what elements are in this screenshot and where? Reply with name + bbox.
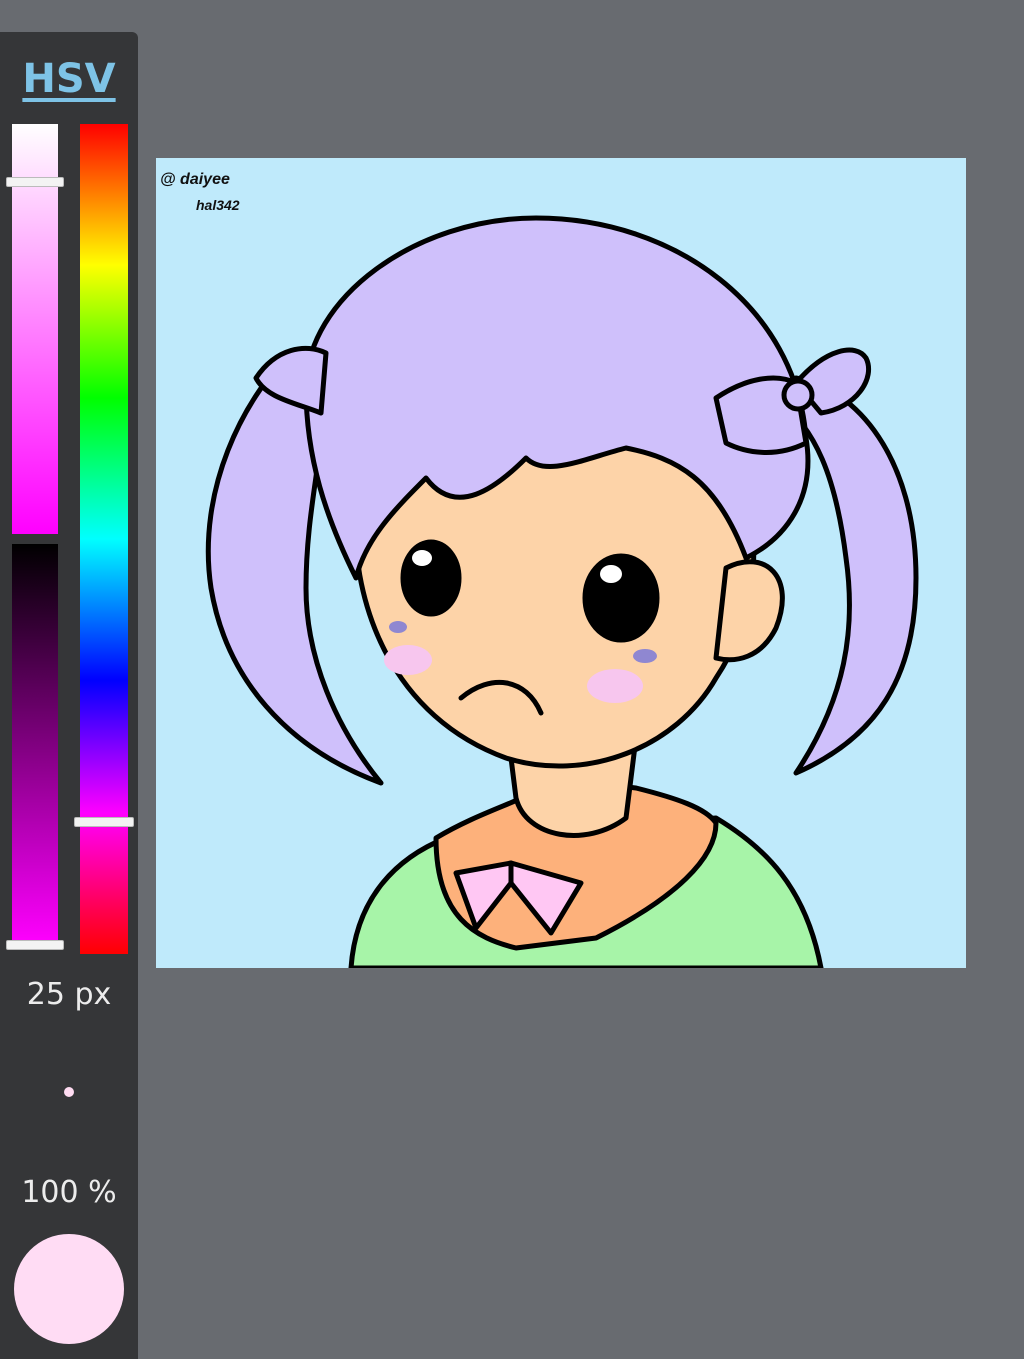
artwork: @ daiyee hal342 (160, 171, 919, 968)
hue-track (80, 124, 128, 954)
eye-highlight (600, 565, 622, 583)
value-track (12, 544, 58, 944)
current-color-swatch[interactable] (14, 1234, 124, 1344)
cheek-mark (633, 649, 657, 663)
value-slider-thumb[interactable] (6, 940, 64, 950)
saturation-slider[interactable] (6, 124, 64, 534)
opacity-label[interactable]: 100 % (0, 1175, 138, 1210)
hsv-mode-tab[interactable]: HSV (0, 56, 138, 102)
brush-size-preview (64, 1087, 74, 1097)
brush-size-label[interactable]: 25 px (0, 977, 138, 1012)
hue-slider[interactable] (74, 124, 134, 954)
saturation-slider-thumb[interactable] (6, 177, 64, 188)
cheek-blush (384, 645, 432, 675)
cheek-blush (587, 669, 643, 703)
value-slider[interactable] (6, 544, 64, 950)
artist-watermark-line1: @ daiyee (160, 171, 230, 188)
artist-watermark-line2: hal342 (196, 197, 240, 213)
hue-slider-thumb[interactable] (74, 817, 134, 828)
cheek-mark (389, 621, 407, 633)
color-sidebar: HSV 25 px 100 % (0, 32, 138, 1359)
eye-highlight (412, 550, 432, 566)
drawing-canvas[interactable]: @ daiyee hal342 (156, 158, 966, 968)
character-drawing (205, 215, 919, 968)
